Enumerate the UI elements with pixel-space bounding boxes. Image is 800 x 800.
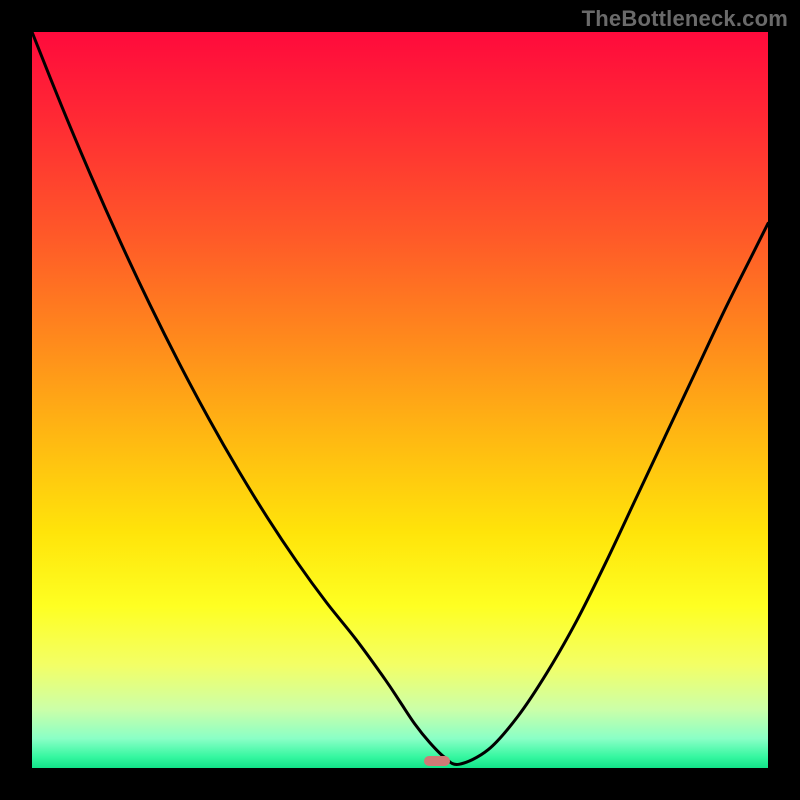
chart-frame: TheBottleneck.com (0, 0, 800, 800)
bottleneck-curve (32, 32, 768, 768)
plot-area (32, 32, 768, 768)
watermark-text: TheBottleneck.com (582, 6, 788, 32)
minimum-marker (424, 756, 450, 766)
